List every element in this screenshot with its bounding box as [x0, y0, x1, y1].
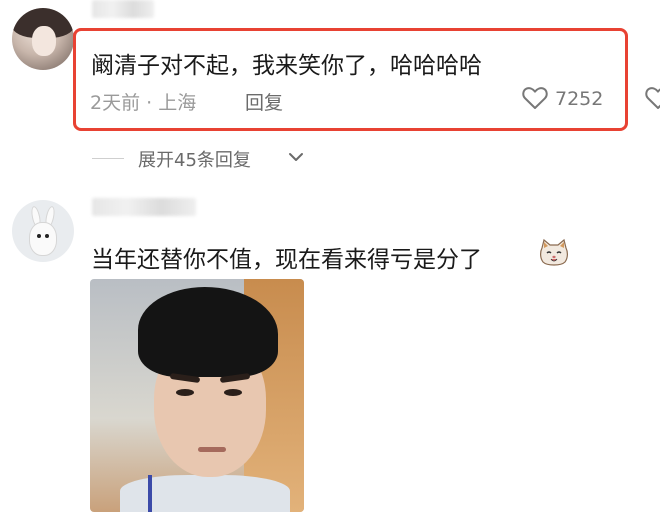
heart-outline-icon[interactable] — [645, 86, 660, 110]
avatar[interactable] — [12, 8, 74, 70]
comment-image[interactable] — [90, 279, 304, 512]
cat-face-emoji-icon — [540, 238, 568, 266]
username-blurred[interactable] — [92, 198, 196, 216]
username-blurred[interactable] — [92, 0, 154, 18]
comment-text: 阚清子对不起，我来笑你了，哈哈哈哈 — [91, 53, 482, 79]
chevron-down-icon[interactable] — [288, 151, 304, 163]
comment-feed: 阚清子对不起，我来笑你了，哈哈哈哈 2天前 · 上海 回复 7252 展开45条… — [0, 0, 660, 512]
heart-outline-icon[interactable] — [522, 86, 548, 110]
expand-replies-button[interactable]: 展开45条回复 — [138, 146, 251, 172]
avatar[interactable] — [12, 200, 74, 262]
divider — [92, 158, 124, 159]
like-count: 7252 — [555, 88, 604, 110]
comment-text: 当年还替你不值，现在看来得亏是分了 — [91, 247, 482, 273]
reply-button[interactable]: 回复 — [245, 88, 283, 115]
comment-time-location: 2天前 · 上海 — [90, 92, 197, 114]
